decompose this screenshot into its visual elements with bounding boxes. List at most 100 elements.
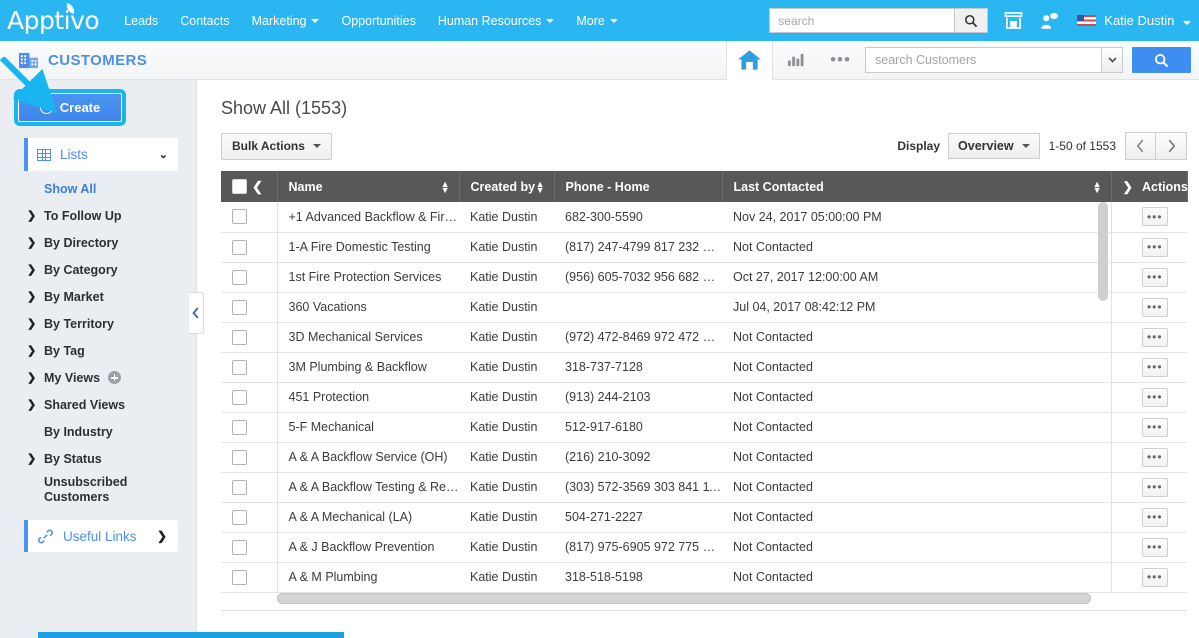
select-all-checkbox[interactable]	[232, 179, 247, 194]
row-checkbox[interactable]	[232, 479, 247, 495]
row-checkbox[interactable]	[232, 569, 247, 585]
analytics-button[interactable]	[773, 41, 818, 80]
module-search-input[interactable]	[865, 47, 1101, 73]
next-page-button[interactable]	[1156, 132, 1187, 160]
table-row[interactable]: 1-A Fire Domestic Testing Katie Dustin (…	[221, 232, 1187, 263]
sidebar-panel-useful-links[interactable]: Useful Links ❯	[24, 520, 178, 552]
row-checkbox[interactable]	[232, 329, 247, 345]
app-store-button[interactable]	[1004, 11, 1023, 30]
table-row[interactable]: A & M Plumbing Katie Dustin 318-518-5198…	[221, 562, 1187, 593]
table-vertical-scrollbar[interactable]	[1098, 202, 1108, 301]
row-checkbox[interactable]	[232, 209, 247, 225]
nav-item-opportunities[interactable]: Opportunities	[330, 0, 426, 41]
display-view-select[interactable]: Overview	[948, 133, 1040, 159]
row-actions-button[interactable]: •••	[1141, 417, 1168, 437]
cell-actions: •••	[1110, 472, 1187, 503]
cell-last-contacted: Not Contacted	[722, 322, 1111, 353]
table-row[interactable]: 5-F Mechanical Katie Dustin 512-917-6180…	[221, 412, 1187, 443]
column-header-phone-home[interactable]: Phone - Home	[554, 171, 723, 202]
more-options-button[interactable]: •••	[818, 41, 863, 80]
table-row[interactable]: A & A Backflow Service (OH) Katie Dustin…	[221, 442, 1187, 473]
row-actions-button[interactable]: •••	[1141, 207, 1168, 227]
table-row[interactable]: +1 Advanced Backflow & Fire Tes... Katie…	[221, 202, 1187, 233]
cell-created-by: Katie Dustin	[459, 292, 554, 323]
add-view-icon[interactable]	[108, 371, 122, 384]
table-row[interactable]: 451 Protection Katie Dustin (913) 244-21…	[221, 382, 1187, 413]
row-checkbox[interactable]	[232, 239, 247, 255]
sidebar-item-show-all[interactable]: Show All	[0, 175, 196, 202]
scrollbar-thumb[interactable]	[277, 592, 1091, 604]
row-actions-button[interactable]: •••	[1141, 297, 1168, 317]
sidebar-item-by-territory[interactable]: ❯ By Territory	[0, 310, 196, 337]
sidebar-item-to-follow-up[interactable]: ❯ To Follow Up	[0, 202, 196, 229]
row-actions-button[interactable]: •••	[1141, 537, 1168, 557]
row-checkbox[interactable]	[232, 509, 247, 525]
sidebar-item-my-views[interactable]: ❯ My Views	[0, 364, 196, 391]
sidebar-item-by-industry[interactable]: By Industry	[0, 418, 196, 445]
cell-actions: •••	[1110, 502, 1187, 533]
row-actions-button[interactable]: •••	[1141, 477, 1168, 497]
row-actions-button[interactable]: •••	[1141, 507, 1168, 527]
sort-icon[interactable]: ▲ ▼	[441, 179, 450, 194]
nav-item-contacts[interactable]: Contacts	[169, 0, 240, 41]
sort-icon[interactable]: ▲ ▼	[536, 179, 545, 194]
bulk-actions-button[interactable]: Bulk Actions	[221, 132, 332, 160]
chevron-right-icon: ❯	[27, 345, 37, 357]
nav-item-more[interactable]: More	[565, 0, 628, 41]
previous-page-button[interactable]	[1125, 132, 1156, 160]
table-row[interactable]: 3M Plumbing & Backflow Katie Dustin 318-…	[221, 352, 1187, 383]
row-checkbox[interactable]	[232, 269, 247, 285]
chevron-right-icon[interactable]: ❯	[1123, 180, 1133, 194]
sidebar-item-shared-views[interactable]: ❯ Shared Views	[0, 391, 196, 418]
sidebar-item-by-status[interactable]: ❯ By Status	[0, 445, 196, 472]
sidebar-item-by-category[interactable]: ❯ By Category	[0, 256, 196, 283]
column-header-name[interactable]: Name ▲ ▼	[277, 171, 460, 202]
global-search-button[interactable]	[954, 8, 989, 33]
table-row[interactable]: A & A Backflow Testing & Repair Katie Du…	[221, 472, 1187, 503]
sidebar-item-by-tag[interactable]: ❯ By Tag	[0, 337, 196, 364]
create-button[interactable]: Create	[14, 89, 126, 126]
chat-button[interactable]	[1039, 12, 1059, 30]
row-actions-button[interactable]: •••	[1141, 267, 1168, 287]
sidebar-collapse-handle[interactable]	[189, 292, 204, 334]
sidebar-item-by-market[interactable]: ❯ By Market	[0, 283, 196, 310]
row-checkbox[interactable]	[232, 389, 247, 405]
module-search-button[interactable]	[1132, 47, 1191, 73]
nav-item-leads[interactable]: Leads	[113, 0, 169, 41]
row-actions-button[interactable]: •••	[1141, 327, 1168, 347]
table-header-row: ❮ Name ▲ ▼ Created by ▲ ▼ Phone - Home L…	[221, 171, 1188, 202]
sidebar-item-unsubscribed-customers[interactable]: Unsubscribed Customers	[0, 472, 196, 510]
row-actions-button[interactable]: •••	[1141, 447, 1168, 467]
table-horizontal-scrollbar[interactable]	[277, 592, 1091, 604]
nav-label: Contacts	[180, 13, 230, 28]
column-header-created-by[interactable]: Created by ▲ ▼	[459, 171, 555, 202]
global-search-input[interactable]	[769, 8, 955, 33]
row-actions-button[interactable]: •••	[1141, 357, 1168, 377]
table-row[interactable]: 3D Mechanical Services Katie Dustin (972…	[221, 322, 1187, 353]
chevron-left-icon[interactable]: ❮	[252, 179, 263, 195]
column-label: Phone - Home	[565, 179, 650, 194]
row-actions-button[interactable]: •••	[1141, 387, 1168, 407]
column-header-last-contacted[interactable]: Last Contacted ▲ ▼	[722, 171, 1112, 202]
home-button[interactable]	[726, 40, 773, 80]
search-options-dropdown[interactable]	[1101, 47, 1123, 73]
sidebar-item-by-directory[interactable]: ❯ By Directory	[0, 229, 196, 256]
table-row[interactable]: 360 Vacations Katie Dustin Jul 04, 2017 …	[221, 292, 1187, 323]
sidebar-panel-lists[interactable]: Lists ⌄	[24, 138, 178, 171]
row-actions-button[interactable]: •••	[1141, 237, 1168, 257]
row-checkbox[interactable]	[232, 359, 247, 375]
nav-item-human-resources[interactable]: Human Resources	[427, 0, 566, 41]
apptivo-logo[interactable]: Apptivo	[7, 3, 100, 33]
table-row[interactable]: A & A Mechanical (LA) Katie Dustin 504-2…	[221, 502, 1187, 533]
row-checkbox[interactable]	[232, 539, 247, 555]
row-actions-button[interactable]: •••	[1141, 567, 1168, 587]
row-checkbox[interactable]	[232, 419, 247, 435]
user-menu[interactable]: Katie Dustin	[1104, 13, 1191, 28]
sort-icon[interactable]: ▲ ▼	[1093, 179, 1102, 194]
row-checkbox[interactable]	[232, 299, 247, 315]
row-checkbox[interactable]	[232, 449, 247, 465]
create-button-wrapper: Create	[14, 89, 126, 126]
table-row[interactable]: 1st Fire Protection Services Katie Dusti…	[221, 262, 1187, 293]
nav-item-marketing[interactable]: Marketing	[241, 0, 331, 41]
table-row[interactable]: A & J Backflow Prevention Katie Dustin (…	[221, 532, 1187, 563]
